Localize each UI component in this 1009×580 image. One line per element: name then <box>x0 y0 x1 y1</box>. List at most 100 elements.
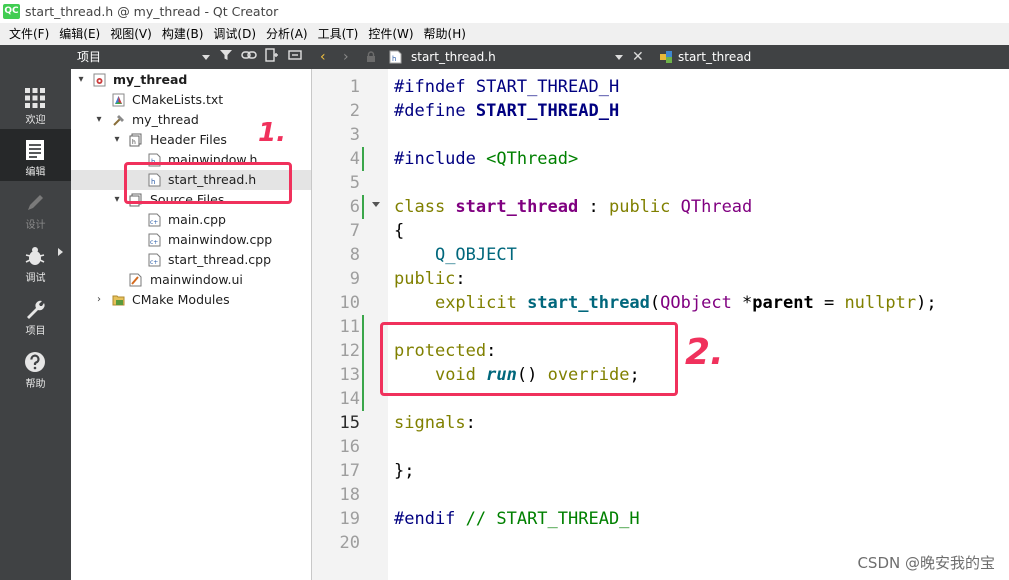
modified-line-marker <box>362 315 364 411</box>
back-arrow-icon[interactable]: ‹ <box>320 45 326 69</box>
symbol-dropdown[interactable]: start_thread <box>678 45 751 69</box>
chevron-down-icon[interactable]: ▾ <box>93 110 105 130</box>
line-number: 12 <box>339 341 360 361</box>
build-target-icon <box>113 115 124 126</box>
chevron-right-icon[interactable]: › <box>93 290 105 310</box>
filter-icon[interactable] <box>217 48 235 66</box>
line-number: 14 <box>339 389 360 409</box>
edit-document-icon <box>26 140 44 160</box>
code-token: public <box>608 197 681 217</box>
code-token: ( <box>649 293 661 313</box>
code-token: class <box>394 197 456 217</box>
annotation-box-one <box>124 162 292 204</box>
link-sync-icon[interactable] <box>240 48 258 66</box>
menu-build[interactable]: 构建(B) <box>157 23 209 45</box>
tree-item-main-cpp[interactable]: c+ main.cpp <box>71 210 311 230</box>
menu-file[interactable]: 文件(F) <box>4 23 54 45</box>
code-token: explicit <box>434 293 528 313</box>
svg-text:h: h <box>132 139 136 146</box>
tree-item-mainwindow-cpp[interactable]: c+ mainwindow.cpp <box>71 230 311 250</box>
title-bar: QC start_thread.h @ my_thread - Qt Creat… <box>0 0 1009 23</box>
mode-welcome[interactable]: 欢迎 <box>0 77 71 129</box>
close-panel-icon[interactable] <box>286 48 304 66</box>
close-file-icon[interactable]: ✕ <box>632 45 644 69</box>
menu-help[interactable]: 帮助(H) <box>419 23 471 45</box>
menu-view[interactable]: 视图(V) <box>105 23 157 45</box>
mode-bar: 欢迎 编辑 设计 调试 项目 帮助 <box>0 45 71 580</box>
code-token: QThread <box>680 197 753 217</box>
forward-arrow-icon[interactable]: › <box>343 45 349 69</box>
code-token: START_THREAD_H <box>475 101 620 121</box>
code-token: #endif <box>394 509 466 529</box>
header-folder-icon: h <box>129 133 142 147</box>
code-line[interactable]: class start_thread : public QThread <box>394 195 752 219</box>
code-token: }; <box>394 461 415 481</box>
projects-wrench-icon <box>27 300 45 319</box>
code-token: : <box>455 269 466 289</box>
design-pen-icon <box>28 195 43 210</box>
menu-widgets[interactable]: 控件(W) <box>363 23 418 45</box>
debug-menu-arrow-icon[interactable] <box>58 248 63 256</box>
mode-edit[interactable]: 编辑 <box>0 129 71 181</box>
code-token: START_THREAD_H <box>475 77 620 97</box>
tree-item-cmakelists[interactable]: CMakeLists.txt <box>71 90 311 110</box>
code-token: #include <box>394 149 487 169</box>
code-line[interactable]: #ifndef START_THREAD_H <box>394 75 619 99</box>
lock-icon <box>366 45 376 69</box>
tree-item-project-root[interactable]: ▾ my_thread <box>71 70 311 90</box>
tree-item-label: my_thread <box>132 112 199 127</box>
view-selector-dropdown[interactable]: 项目 <box>75 47 212 67</box>
tree-item-label: mainwindow.ui <box>150 272 243 287</box>
line-number: 9 <box>349 269 360 289</box>
cpp-file-icon: c+ <box>148 253 161 267</box>
fold-arrow-icon[interactable] <box>372 202 380 207</box>
project-panel-toolbar: 项目 <box>71 45 312 69</box>
code-line[interactable]: { <box>394 219 404 243</box>
annotation-number-one: 1. <box>258 118 286 148</box>
window-title: start_thread.h @ my_thread - Qt Creator <box>25 4 279 19</box>
menu-edit[interactable]: 编辑(E) <box>54 23 105 45</box>
code-line[interactable]: public: <box>394 267 466 291</box>
menu-analyze[interactable]: 分析(A) <box>261 23 313 45</box>
editor-toolbar: ‹ › h start_thread.h ✕ start_thread <box>312 45 1009 69</box>
tree-item-start-thread-cpp[interactable]: c+ start_thread.cpp <box>71 250 311 270</box>
code-line[interactable]: #include <QThread> <box>394 147 578 171</box>
line-number: 4 <box>349 149 360 169</box>
tree-item-cmake-modules[interactable]: › CMake Modules <box>71 290 311 310</box>
code-token: public <box>394 269 456 289</box>
code-line[interactable]: #endif // START_THREAD_H <box>394 507 640 531</box>
mode-design[interactable]: 设计 <box>0 182 71 234</box>
open-file-dropdown[interactable]: start_thread.h <box>411 45 496 69</box>
menu-debug[interactable]: 调试(D) <box>208 23 261 45</box>
code-line[interactable]: Q_OBJECT <box>394 243 517 267</box>
code-token: <QThread> <box>486 149 579 169</box>
svg-text:c+: c+ <box>150 259 158 266</box>
line-number: 3 <box>349 125 360 145</box>
chevron-down-icon[interactable]: ▾ <box>75 70 87 90</box>
split-view-icon[interactable] <box>263 48 281 66</box>
menu-tools[interactable]: 工具(T) <box>313 23 364 45</box>
mode-debug[interactable]: 调试 <box>0 235 71 287</box>
code-line[interactable]: #define START_THREAD_H <box>394 99 619 123</box>
chevron-down-icon[interactable]: ▾ <box>111 130 123 150</box>
svg-text:c+: c+ <box>150 239 158 246</box>
modified-line-marker <box>362 195 364 219</box>
code-line[interactable]: explicit start_thread(QObject *parent = … <box>394 291 937 315</box>
code-line[interactable]: signals: <box>394 411 476 435</box>
line-number: 19 <box>339 509 360 529</box>
line-number: 17 <box>339 461 360 481</box>
ui-form-file-icon <box>129 273 142 287</box>
mode-projects[interactable]: 项目 <box>0 288 71 340</box>
code-token: : <box>465 413 476 433</box>
chevron-down-icon[interactable] <box>615 55 623 60</box>
line-number: 2 <box>349 101 360 121</box>
tree-item-mainwindow-ui[interactable]: mainwindow.ui <box>71 270 311 290</box>
annotation-box-two <box>380 322 678 396</box>
code-token: = <box>813 293 845 313</box>
mode-help[interactable]: 帮助 <box>0 341 71 393</box>
chevron-down-icon[interactable]: ▾ <box>111 190 123 210</box>
line-number: 15 <box>339 413 360 433</box>
code-line[interactable]: }; <box>394 459 414 483</box>
code-token: QObject <box>660 293 743 313</box>
